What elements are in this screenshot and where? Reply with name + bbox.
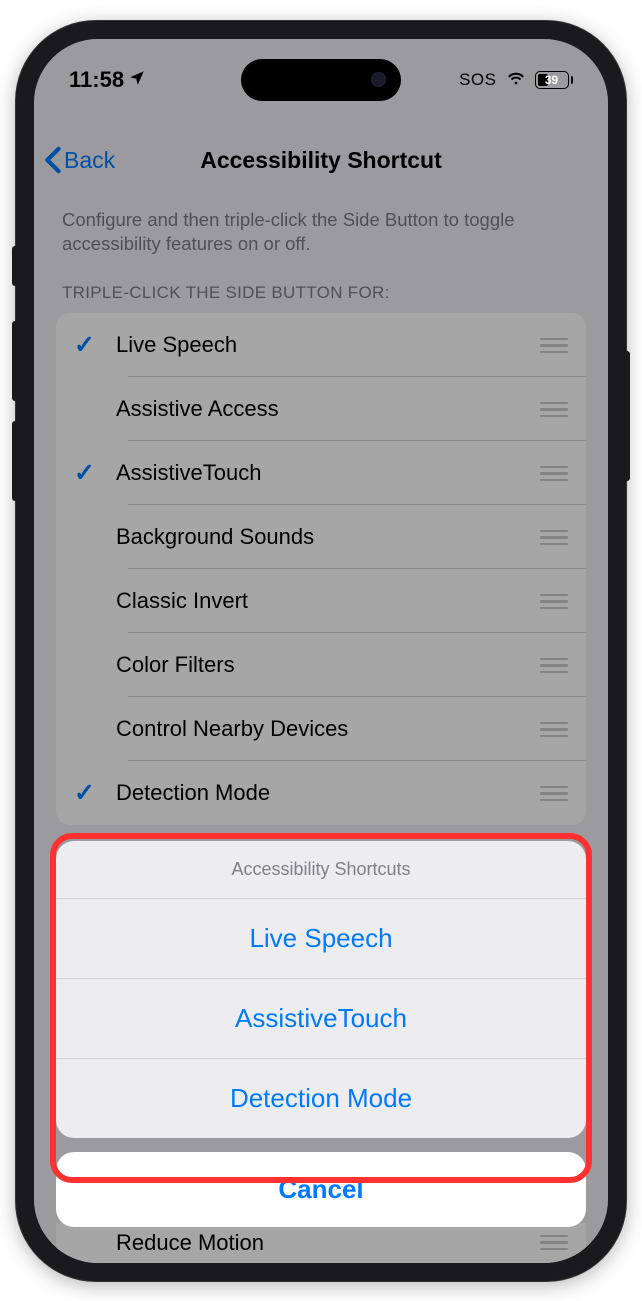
- mute-switch: [12, 246, 18, 286]
- sos-indicator: SOS: [459, 70, 496, 90]
- action-sheet-option-detection-mode[interactable]: Detection Mode: [56, 1059, 586, 1138]
- screen: 11:58 SOS 39: [34, 39, 608, 1263]
- battery-indicator: 39: [535, 71, 574, 89]
- cancel-button[interactable]: Cancel: [56, 1152, 586, 1227]
- action-sheet: Accessibility Shortcuts Live Speech Assi…: [34, 841, 608, 1263]
- wifi-icon: [505, 66, 527, 93]
- camera-dot: [371, 72, 386, 87]
- action-sheet-option-live-speech[interactable]: Live Speech: [56, 899, 586, 979]
- location-icon: [128, 67, 146, 93]
- status-time: 11:58: [69, 67, 124, 93]
- battery-percentage: 39: [536, 72, 568, 88]
- action-sheet-title: Accessibility Shortcuts: [56, 841, 586, 899]
- side-button: [624, 351, 630, 481]
- action-sheet-option-assistivetouch[interactable]: AssistiveTouch: [56, 979, 586, 1059]
- volume-up-button: [12, 321, 18, 401]
- phone-hardware-frame: 11:58 SOS 39: [16, 21, 626, 1281]
- volume-down-button: [12, 421, 18, 501]
- dynamic-island: [241, 59, 401, 101]
